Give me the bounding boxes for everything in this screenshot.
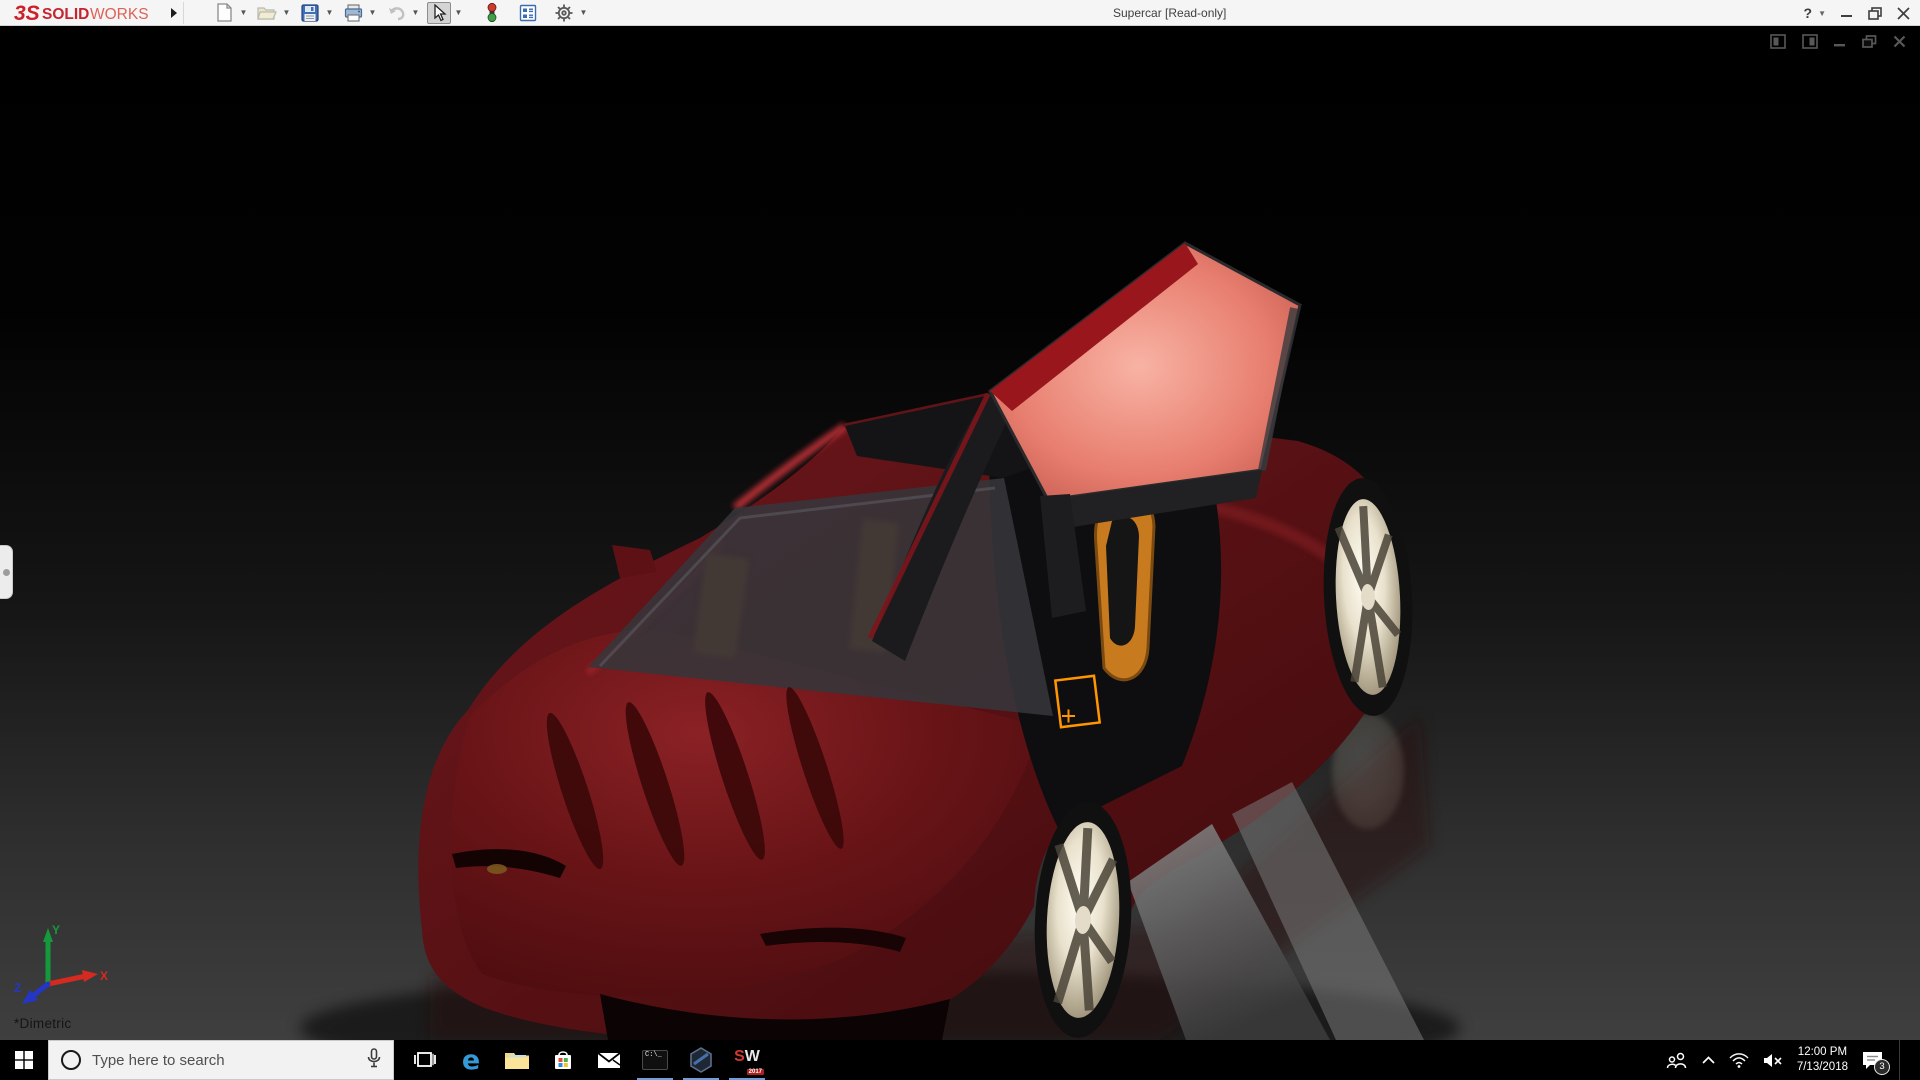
options-dropdown[interactable]: ▼ bbox=[578, 2, 589, 24]
taskbar-apps: e C:\_ SW 2017 bbox=[402, 1040, 770, 1080]
new-document-button[interactable] bbox=[212, 2, 236, 24]
pane-right-icon[interactable] bbox=[1802, 34, 1818, 49]
doc-minimize-button[interactable] bbox=[1834, 36, 1846, 48]
window-controls: ? ▼ bbox=[1804, 0, 1910, 26]
close-button[interactable] bbox=[1897, 7, 1910, 20]
hexagon-app-button[interactable] bbox=[678, 1040, 724, 1080]
select-tool-dropdown[interactable]: ▼ bbox=[453, 2, 464, 24]
clock-time: 12:00 PM bbox=[1797, 1045, 1848, 1060]
rebuild-traffic-light-button[interactable] bbox=[480, 2, 504, 24]
solidworks-app-button[interactable]: SW 2017 bbox=[724, 1040, 770, 1080]
taskbar-clock[interactable]: 12:00 PM 7/13/2018 bbox=[1797, 1045, 1848, 1075]
z-axis-label: Z bbox=[14, 981, 21, 995]
task-view-button[interactable] bbox=[402, 1040, 448, 1080]
taskbar-search[interactable] bbox=[48, 1040, 394, 1080]
solidworks-window: 3S SOLID WORKS ▼ ▼ ▼ ▼ bbox=[0, 0, 1920, 1080]
cortana-icon bbox=[61, 1050, 81, 1070]
print-dropdown[interactable]: ▼ bbox=[367, 2, 378, 24]
notification-badge: 3 bbox=[1874, 1059, 1890, 1075]
hidden-icons-chevron[interactable] bbox=[1702, 1056, 1715, 1064]
flyout-tab-dot bbox=[3, 569, 10, 576]
command-prompt-icon: C:\_ bbox=[642, 1050, 668, 1070]
sw-year-badge: 2017 bbox=[747, 1069, 764, 1075]
undo-button[interactable] bbox=[384, 2, 408, 24]
document-window-controls bbox=[1770, 34, 1906, 49]
brand-solid: SOLID bbox=[42, 6, 89, 23]
doc-restore-button[interactable] bbox=[1862, 35, 1877, 48]
volume-muted-icon[interactable] bbox=[1763, 1053, 1783, 1068]
undo-dropdown[interactable]: ▼ bbox=[410, 2, 421, 24]
menu-flyout-arrow[interactable] bbox=[164, 2, 184, 24]
print-button[interactable] bbox=[341, 2, 365, 24]
options-gear-button[interactable] bbox=[552, 2, 576, 24]
solidworks-logo: 3S SOLID WORKS bbox=[12, 0, 160, 26]
graphics-viewport[interactable]: Y X Z *Dimetric bbox=[0, 26, 1920, 1040]
mail-icon bbox=[597, 1052, 621, 1069]
new-document-dropdown[interactable]: ▼ bbox=[238, 2, 249, 24]
open-button[interactable] bbox=[255, 2, 279, 24]
car-model-render[interactable] bbox=[0, 26, 1920, 1040]
save-button[interactable] bbox=[298, 2, 322, 24]
x-axis-label: X bbox=[100, 969, 108, 983]
search-input[interactable] bbox=[92, 1041, 355, 1079]
brand-works: WORKS bbox=[90, 6, 149, 23]
show-desktop-button[interactable] bbox=[1899, 1040, 1904, 1080]
open-dropdown[interactable]: ▼ bbox=[281, 2, 292, 24]
main-toolbar: ▼ ▼ ▼ ▼ ▼ ▼ bbox=[212, 0, 593, 26]
titlebar: 3S SOLID WORKS ▼ ▼ ▼ ▼ bbox=[0, 0, 1920, 26]
y-axis-label: Y bbox=[52, 923, 60, 937]
file-explorer-button[interactable] bbox=[494, 1040, 540, 1080]
view-orientation-label: *Dimetric bbox=[14, 1016, 71, 1031]
mail-button[interactable] bbox=[586, 1040, 632, 1080]
clock-date: 7/13/2018 bbox=[1797, 1060, 1848, 1075]
windows-logo-icon bbox=[15, 1051, 33, 1069]
hexagon-app-icon bbox=[689, 1047, 713, 1073]
store-button[interactable] bbox=[540, 1040, 586, 1080]
svg-text:3S: 3S bbox=[14, 2, 40, 25]
doc-close-button[interactable] bbox=[1893, 35, 1906, 48]
restore-button[interactable] bbox=[1868, 7, 1882, 20]
start-button[interactable] bbox=[0, 1040, 48, 1080]
edge-icon: e bbox=[462, 1047, 480, 1074]
orientation-triad: Y X Z bbox=[14, 920, 110, 1008]
car-model bbox=[300, 243, 1460, 1040]
action-center-button[interactable]: 3 bbox=[1862, 1051, 1883, 1070]
solidworks-app-icon: SW 2017 bbox=[732, 1048, 762, 1072]
pane-left-icon[interactable] bbox=[1770, 34, 1786, 49]
save-dropdown[interactable]: ▼ bbox=[324, 2, 335, 24]
command-prompt-button[interactable]: C:\_ bbox=[632, 1040, 678, 1080]
people-icon[interactable] bbox=[1666, 1052, 1688, 1069]
help-dropdown[interactable]: ▼ bbox=[1818, 9, 1826, 18]
file-properties-button[interactable] bbox=[516, 2, 540, 24]
document-title: Supercar [Read-only] bbox=[1113, 0, 1226, 26]
edge-button[interactable]: e bbox=[448, 1040, 494, 1080]
microphone-icon[interactable] bbox=[367, 1048, 381, 1073]
windows-taskbar: e C:\_ SW 2017 bbox=[0, 1040, 1920, 1080]
wifi-icon[interactable] bbox=[1729, 1053, 1749, 1068]
help-button[interactable]: ? bbox=[1804, 5, 1813, 21]
feature-panel-flyout-tab[interactable] bbox=[0, 545, 13, 599]
select-tool-button[interactable] bbox=[427, 2, 451, 24]
store-icon bbox=[552, 1049, 574, 1071]
folder-icon bbox=[504, 1050, 530, 1070]
system-tray: 12:00 PM 7/13/2018 3 bbox=[1666, 1040, 1920, 1080]
minimize-button[interactable] bbox=[1841, 7, 1853, 19]
